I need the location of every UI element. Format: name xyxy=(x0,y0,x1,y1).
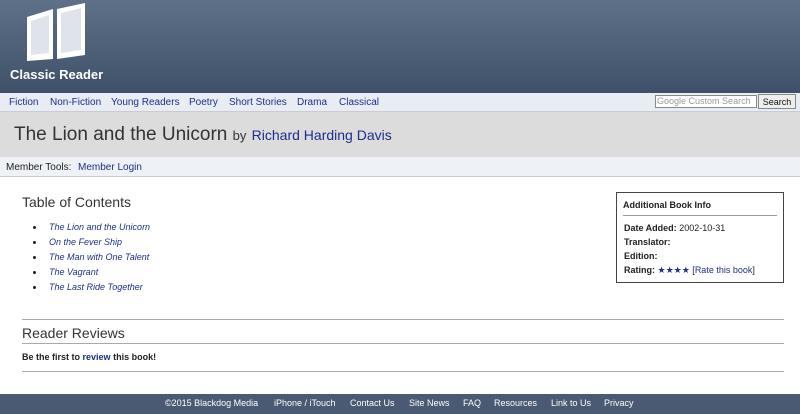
toc-chapter-link[interactable]: The Vagrant xyxy=(30,266,150,281)
rating-row: Rating: ★★★★ [Rate this book] xyxy=(624,265,755,275)
toc-list: The Lion and the Unicorn On the Fever Sh… xyxy=(30,221,150,296)
toc-chapter-link[interactable]: The Last Ride Together xyxy=(30,281,150,296)
book-title: The Lion and the Unicorn xyxy=(14,124,228,145)
date-added-label: Date Added: xyxy=(624,223,677,233)
nav-classical[interactable]: Classical xyxy=(339,97,379,108)
nav-short-stories[interactable]: Short Stories xyxy=(229,97,287,108)
translator-row: Translator: xyxy=(624,237,671,247)
search-placeholder: Custom Search xyxy=(688,96,751,106)
review-prompt-prefix: Be the first to xyxy=(22,352,81,362)
rating-stars-icon: ★★★★ xyxy=(657,265,690,275)
footer-resources-link[interactable]: Resources xyxy=(494,398,537,408)
search-button[interactable]: Search xyxy=(758,94,796,109)
nav-non-fiction[interactable]: Non-Fiction xyxy=(50,97,101,108)
info-divider xyxy=(623,215,777,216)
date-added-value: 2002-10-31 xyxy=(679,223,726,233)
toc-chapter-link[interactable]: The Lion and the Unicorn xyxy=(30,221,150,236)
site-name[interactable]: Classic Reader xyxy=(10,67,103,82)
toc-title: Table of Contents xyxy=(22,194,131,210)
additional-book-info-box: Additional Book Info Date Added: 2002-10… xyxy=(616,192,784,283)
author-link[interactable]: Richard Harding Davis xyxy=(252,127,392,143)
by-label: by xyxy=(232,128,247,143)
footer-iphone-link[interactable]: iPhone / iTouch xyxy=(274,398,336,408)
footer-contact-link[interactable]: Contact Us xyxy=(350,398,395,408)
footer-faq-link[interactable]: FAQ xyxy=(463,398,481,408)
footer-privacy-link[interactable]: Privacy xyxy=(604,398,634,408)
google-brand: Google xyxy=(657,96,687,106)
nav-fiction[interactable]: Fiction xyxy=(9,97,38,108)
rate-this-book-link[interactable]: Rate this book xyxy=(695,265,753,275)
divider xyxy=(22,343,784,344)
rating-label: Rating: xyxy=(624,265,655,275)
nav-young-readers[interactable]: Young Readers xyxy=(111,97,180,108)
review-prompt-suffix: this book! xyxy=(113,352,157,362)
nav-drama[interactable]: Drama xyxy=(297,97,327,108)
edition-label: Edition: xyxy=(624,251,658,261)
footer-site-news-link[interactable]: Site News xyxy=(409,398,450,408)
nav-poetry[interactable]: Poetry xyxy=(189,97,218,108)
divider xyxy=(22,319,784,320)
member-tools-label: Member Tools: xyxy=(6,162,72,173)
toc-chapter-link[interactable]: The Man with One Talent xyxy=(30,251,150,266)
translator-label: Translator: xyxy=(624,237,671,247)
review-prompt: Be the first to review this book! xyxy=(22,352,156,362)
footer-link-to-us-link[interactable]: Link to Us xyxy=(551,398,591,408)
date-added-row: Date Added: 2002-10-31 xyxy=(624,223,725,233)
footer-copyright[interactable]: ©2015 Blackdog Media xyxy=(165,398,258,408)
edition-row: Edition: xyxy=(624,251,658,261)
book-logo-icon[interactable] xyxy=(25,3,87,68)
toc-chapter-link[interactable]: On the Fever Ship xyxy=(30,236,150,251)
site-footer: ©2015 Blackdog Media iPhone / iTouch Con… xyxy=(0,394,800,414)
search-input[interactable]: Google Custom Search xyxy=(655,95,757,108)
divider xyxy=(22,371,784,372)
reader-reviews-title: Reader Reviews xyxy=(22,325,125,341)
site-header xyxy=(0,0,800,93)
review-link[interactable]: review xyxy=(83,352,111,362)
info-box-title: Additional Book Info xyxy=(623,200,711,210)
page-title: The Lion and the Unicorn by Richard Hard… xyxy=(14,124,392,146)
member-login-link[interactable]: Member Login xyxy=(78,162,142,173)
